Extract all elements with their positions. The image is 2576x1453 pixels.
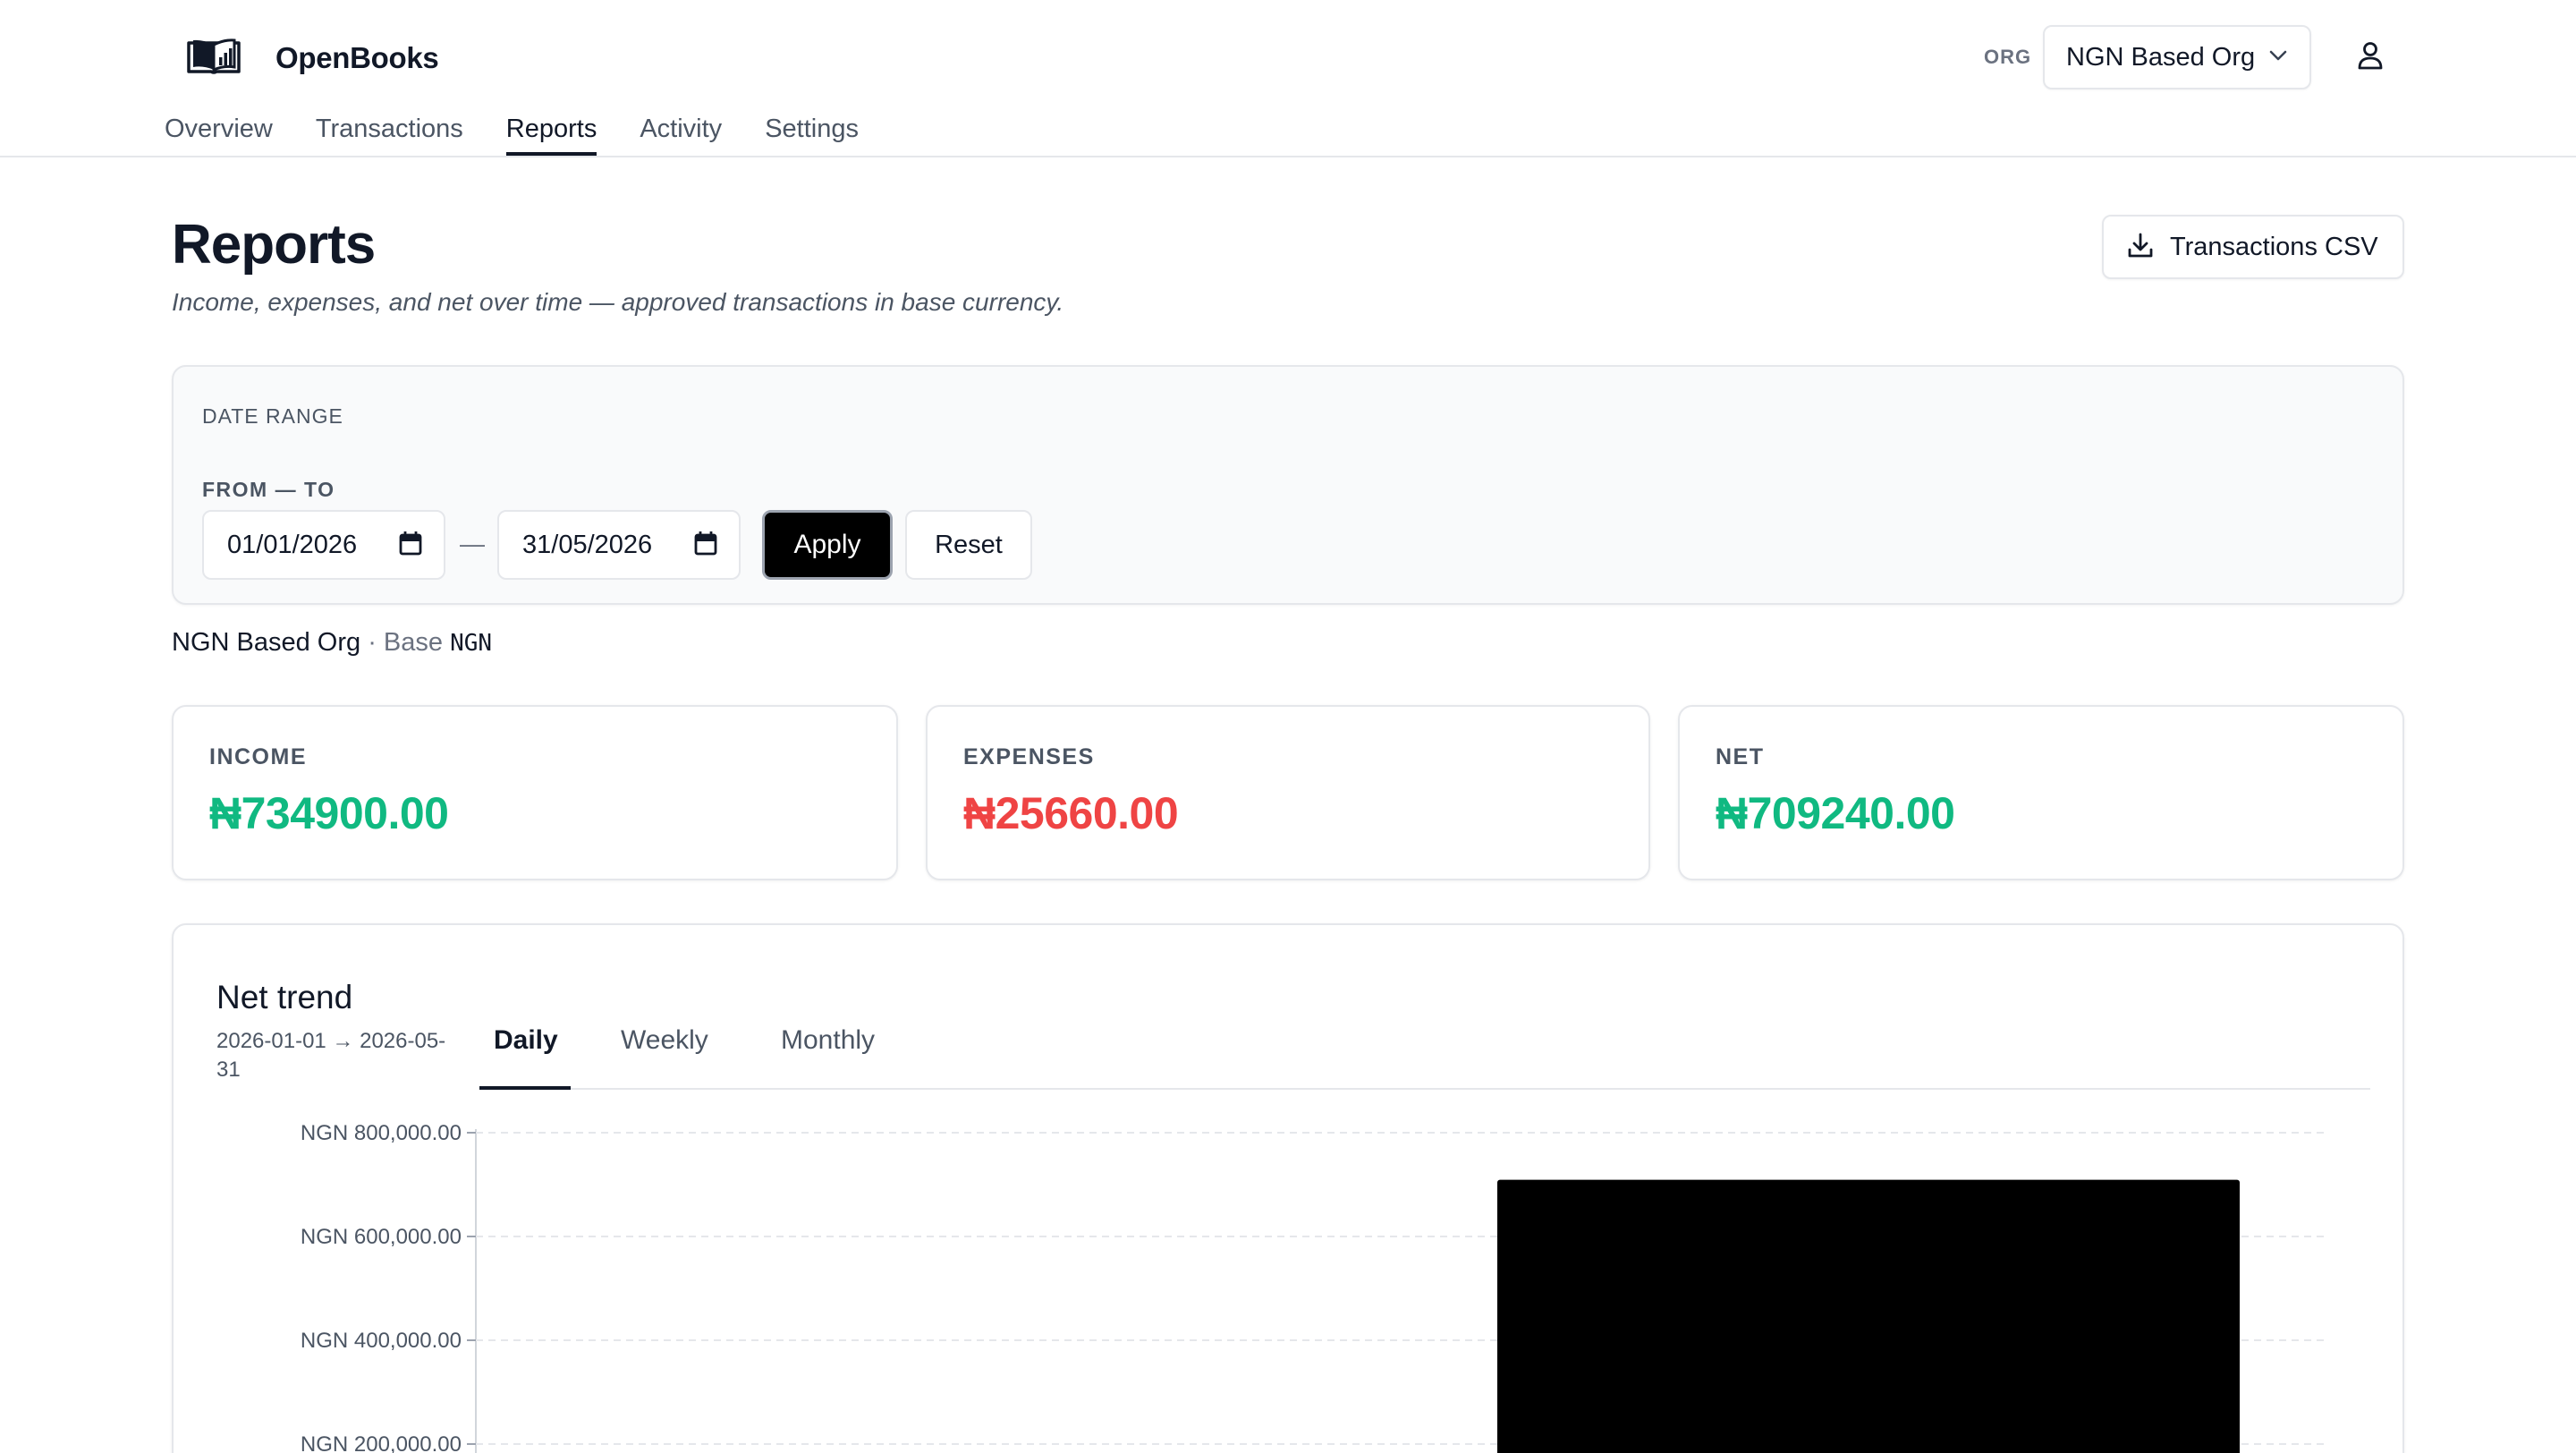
tab-activity[interactable]: Activity	[618, 115, 743, 156]
net-label: NET	[1716, 744, 1765, 769]
transactions-csv-button[interactable]: Transactions CSV	[2102, 215, 2404, 279]
calendar-icon[interactable]	[694, 531, 717, 560]
from-date-input[interactable]: 01/01/2026	[202, 510, 445, 580]
net-card: NET ₦709240.00	[1678, 705, 2404, 880]
to-date-value: 31/05/2026	[522, 530, 653, 559]
net-trend-card: Net trend 2026-01-01 → 2026-05-31 Daily …	[172, 923, 2404, 1453]
expenses-label: EXPENSES	[963, 744, 1095, 769]
tab-transactions[interactable]: Transactions	[294, 115, 485, 156]
base-dot: ·	[360, 628, 384, 657]
date-separator: —	[460, 530, 485, 557]
apply-button[interactable]: Apply	[762, 510, 893, 580]
net-bar	[1497, 1179, 2240, 1453]
book-chart-logo-icon	[186, 38, 242, 80]
y-tick-label: NGN 400,000.00	[301, 1329, 462, 1353]
main-tabs: Overview Transactions Reports Activity S…	[143, 115, 880, 157]
base-org-name: NGN Based Org	[172, 628, 361, 657]
user-icon	[2357, 41, 2384, 74]
org-select[interactable]: NGN Based Org	[2043, 25, 2311, 89]
income-label: INCOME	[209, 744, 307, 769]
date-range-label: FROM — TO	[202, 478, 335, 501]
expenses-card: EXPENSES ₦25660.00	[926, 705, 1650, 880]
y-tick-label: NGN 800,000.00	[301, 1121, 462, 1145]
date-range-panel: DATE RANGE FROM — TO 01/01/2026 — 31/05/…	[172, 365, 2404, 605]
tab-overview[interactable]: Overview	[143, 115, 294, 156]
brand[interactable]: OpenBooks	[186, 36, 439, 81]
download-icon	[2127, 232, 2154, 263]
tab-reports[interactable]: Reports	[485, 115, 619, 156]
y-tick-label: NGN 600,000.00	[301, 1225, 462, 1249]
brand-name: OpenBooks	[275, 41, 439, 74]
income-value: ₦734900.00	[209, 788, 449, 838]
income-card: INCOME ₦734900.00	[172, 705, 898, 880]
y-tick-label: NGN 200,000.00	[301, 1432, 462, 1453]
to-date-input[interactable]: 31/05/2026	[497, 510, 741, 580]
tab-settings[interactable]: Settings	[743, 115, 880, 156]
expenses-value: ₦25660.00	[963, 788, 1179, 838]
base-currency-info: NGN Based Org · Base NGN	[172, 628, 492, 658]
from-date-value: 01/01/2026	[227, 530, 358, 559]
org-select-value: NGN Based Org	[2066, 42, 2256, 72]
transactions-csv-label: Transactions CSV	[2170, 232, 2378, 261]
page-title: Reports	[172, 214, 376, 276]
base-currency-code: NGN	[450, 630, 493, 657]
page-subtitle: Income, expenses, and net over time — ap…	[172, 288, 1064, 316]
net-value: ₦709240.00	[1716, 788, 1955, 838]
user-menu-button[interactable]	[2349, 36, 2392, 79]
date-range-title: DATE RANGE	[202, 404, 343, 428]
calendar-icon[interactable]	[399, 531, 422, 560]
org-label: ORG	[1984, 46, 2032, 68]
net-trend-chart: NGN 200,000.00 NGN 400,000.00 NGN 600,000.…	[301, 1121, 2329, 1453]
top-navigation: OpenBooks ORG NGN Based Org Overview Tra…	[0, 0, 2576, 157]
reset-button[interactable]: Reset	[905, 510, 1032, 580]
chevron-down-icon	[2269, 49, 2287, 66]
base-label: Base	[383, 628, 444, 657]
